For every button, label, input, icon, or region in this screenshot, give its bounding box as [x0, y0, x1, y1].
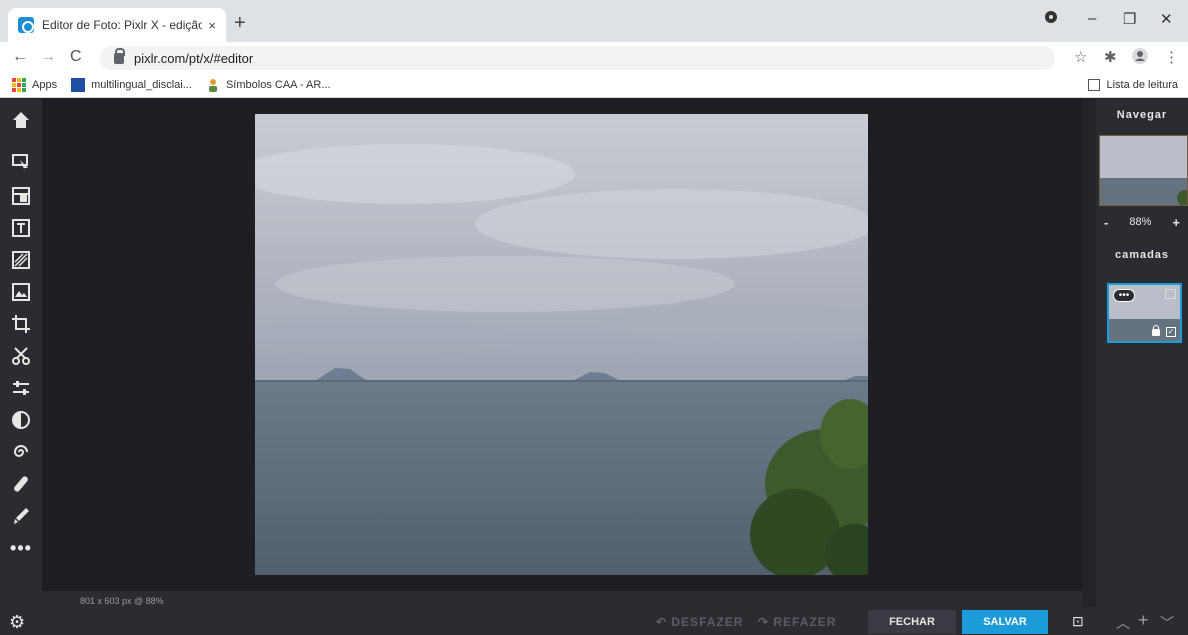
profile-icon[interactable]: [1044, 10, 1058, 28]
filter-icon[interactable]: [8, 407, 34, 433]
layer-visibility-checkbox[interactable]: ✓: [1166, 327, 1176, 337]
navigator-title: Navegar: [1116, 109, 1168, 121]
navigator-thumbnail[interactable]: [1099, 135, 1188, 206]
tab-title: Editor de Foto: Pixlr X - edição g: [42, 18, 203, 32]
layer-lock-icon[interactable]: [1152, 325, 1160, 336]
eu-flag-icon: [71, 77, 86, 92]
image-icon[interactable]: [8, 279, 34, 305]
person-icon: [206, 78, 220, 92]
add-icon[interactable]: +: [1138, 610, 1149, 631]
save-button[interactable]: SALVAR: [962, 610, 1048, 634]
photo-canvas[interactable]: [255, 114, 868, 575]
draw-icon[interactable]: [8, 503, 34, 529]
address-row: ← → C pixlr.com/pt/x/#editor ☆ ✱ ⋮: [0, 42, 1188, 72]
home-icon[interactable]: [8, 107, 34, 133]
layout-icon[interactable]: [8, 183, 34, 209]
seascape-image: [255, 114, 868, 575]
undo-label: DESFAZER: [671, 615, 744, 629]
apps-grid-icon: [12, 77, 26, 92]
more-icon[interactable]: •••: [8, 535, 34, 561]
browser-menu-icon[interactable]: ⋮: [1164, 48, 1179, 66]
close-button[interactable]: FECHAR: [868, 610, 956, 634]
account-avatar-icon[interactable]: [1132, 48, 1148, 68]
crop-icon[interactable]: [8, 311, 34, 337]
pixlr-editor: ••• 801 x 603 px @ 88% Navegar - 88% + c…: [0, 99, 1188, 635]
bookmarks-bar: Apps multilingual_disclai... Símbolos CA…: [0, 72, 1188, 98]
zoom-in-button[interactable]: +: [1172, 215, 1180, 230]
collapse-panel-icon[interactable]: ⊡: [1072, 613, 1084, 630]
close-window-button[interactable]: ✕: [1160, 10, 1173, 28]
redo-button[interactable]: ↷ REFAZER: [758, 615, 836, 629]
tab-close-button[interactable]: ×: [208, 18, 216, 33]
zoom-control: - 88% +: [1096, 212, 1188, 232]
reading-list[interactable]: Lista de leitura: [1088, 78, 1178, 91]
chevron-down-icon[interactable]: ﹀: [1160, 613, 1174, 633]
liquify-icon[interactable]: [8, 439, 34, 465]
browser-tab-bar: Editor de Foto: Pixlr X - edição g × + –…: [0, 0, 1188, 42]
minimize-button[interactable]: –: [1088, 10, 1096, 27]
layer-type-icon: [1165, 289, 1176, 299]
lock-icon: [114, 47, 125, 64]
forward-button[interactable]: →: [40, 48, 56, 66]
settings-gear-icon[interactable]: ⚙: [9, 612, 25, 633]
reading-list-label: Lista de leitura: [1106, 78, 1178, 91]
back-button[interactable]: ←: [12, 48, 28, 66]
bookmark-label: multilingual_disclai...: [91, 78, 192, 91]
layer-item[interactable]: ••• ✓: [1107, 283, 1182, 343]
chevron-up-icon[interactable]: ︿: [1116, 613, 1130, 633]
panel-divider: [1082, 99, 1096, 607]
retouch-icon[interactable]: [8, 471, 34, 497]
zoom-out-button[interactable]: -: [1104, 215, 1108, 230]
tool-sidebar: •••: [0, 99, 42, 607]
bookmark-label: Apps: [32, 78, 58, 91]
layer-menu-icon[interactable]: •••: [1113, 289, 1135, 302]
bookmark-label: Símbolos CAA - AR...: [225, 78, 331, 91]
browser-tab[interactable]: Editor de Foto: Pixlr X - edição g ×: [8, 8, 226, 42]
reload-button[interactable]: C: [70, 48, 82, 66]
pattern-icon[interactable]: [8, 247, 34, 273]
pixlr-favicon-icon: [18, 17, 34, 33]
bookmark-apps[interactable]: Apps: [12, 77, 58, 92]
redo-label: REFAZER: [773, 615, 837, 629]
url-text: pixlr.com/pt/x/#editor: [134, 50, 254, 66]
bottom-bar: ⚙ ↶ DESFAZER ↷ REFAZER FECHAR SALVAR ⊡ ︿…: [0, 607, 1188, 635]
bookmark-simbolos[interactable]: Símbolos CAA - AR...: [206, 78, 331, 92]
reading-list-icon: [1088, 78, 1101, 91]
zoom-level: 88%: [1129, 216, 1152, 228]
text-icon[interactable]: [8, 215, 34, 241]
right-panel: Navegar - 88% + camadas ••• ✓: [1096, 99, 1188, 607]
extensions-icon[interactable]: ✱: [1104, 48, 1117, 66]
arrange-icon[interactable]: [8, 149, 34, 175]
bookmark-multilingual[interactable]: multilingual_disclai...: [71, 77, 192, 92]
new-tab-button[interactable]: +: [234, 12, 246, 35]
image-size-status: 801 x 603 px @ 88%: [80, 596, 164, 606]
layers-title: camadas: [1114, 249, 1170, 261]
adjust-icon[interactable]: [8, 375, 34, 401]
cutout-icon[interactable]: [8, 343, 34, 369]
undo-button[interactable]: ↶ DESFAZER: [656, 615, 743, 629]
url-bar[interactable]: pixlr.com/pt/x/#editor: [100, 46, 1055, 70]
canvas-area[interactable]: [42, 99, 1082, 591]
restore-button[interactable]: ❐: [1123, 10, 1136, 28]
bookmark-star-icon[interactable]: ☆: [1074, 48, 1087, 66]
